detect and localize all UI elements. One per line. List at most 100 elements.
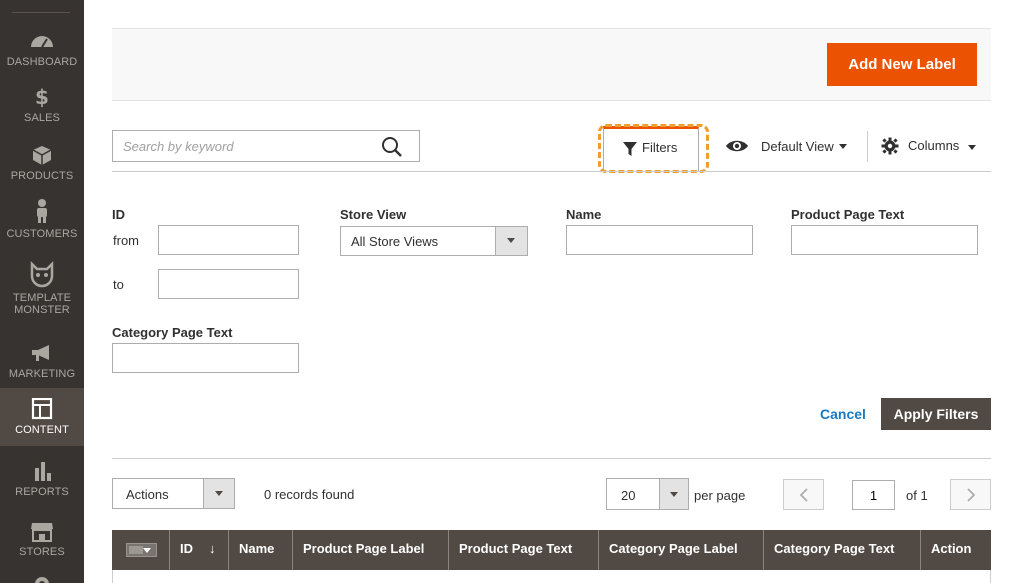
filter-id-label: ID <box>112 207 125 222</box>
add-new-label-button[interactable]: Add New Label <box>827 43 977 86</box>
mass-select-checkbox[interactable] <box>126 543 157 557</box>
svg-text:$: $ <box>35 86 49 108</box>
sidebar-item-sales[interactable]: $ SALES <box>0 86 84 124</box>
sidebar-item-label: CONTENT <box>15 424 69 436</box>
sidebar-item-label: REPORTS <box>15 486 69 498</box>
grid-divider <box>112 458 991 459</box>
gear-icon <box>881 137 899 155</box>
sidebar-item-customers[interactable]: CUSTOMERS <box>0 198 84 240</box>
dollar-icon: $ <box>35 86 49 108</box>
column-header-name[interactable]: Name <box>228 530 292 570</box>
filter-name-label: Name <box>566 207 602 222</box>
mass-select-column <box>112 530 169 570</box>
cancel-filters-link[interactable]: Cancel <box>820 406 866 422</box>
sidebar-item-marketing[interactable]: MARKETING <box>0 342 84 380</box>
filter-store-view-label: Store View <box>340 207 407 222</box>
filters-panel-divider <box>112 171 991 172</box>
select-arrow <box>495 227 527 255</box>
monster-icon <box>30 260 54 288</box>
page-number-input[interactable] <box>852 480 895 510</box>
chevron-right-icon <box>967 488 976 502</box>
default-view-label: Default View <box>761 139 834 154</box>
eye-icon <box>726 140 748 152</box>
layout-icon <box>31 398 53 420</box>
columns-label: Columns <box>908 138 960 153</box>
sidebar-item-products[interactable]: PRODUCTS <box>0 144 84 182</box>
search-input[interactable] <box>113 131 363 161</box>
chevron-down-icon <box>215 491 223 496</box>
filters-label: Filters <box>642 140 678 155</box>
column-header-action: Action <box>920 530 991 570</box>
sidebar-item-template-monster[interactable]: TEMPLATE MONSTER <box>0 260 84 316</box>
per-page-select[interactable]: 20 <box>606 478 689 510</box>
column-header-label: Product Page Text <box>459 541 573 556</box>
chevron-down-icon <box>507 238 515 243</box>
store-view-select[interactable]: All Store Views <box>340 226 528 256</box>
select-arrow <box>203 479 234 508</box>
column-header-category-page-text[interactable]: Category Page Text <box>763 530 920 570</box>
filter-category-page-text-label: Category Page Text <box>112 325 233 340</box>
filter-product-page-text-label: Product Page Text <box>791 207 905 222</box>
dashboard-icon <box>31 36 53 48</box>
grid-body <box>112 570 991 583</box>
filter-product-page-text-input[interactable] <box>791 225 978 255</box>
column-header-category-page-label[interactable]: Category Page Label <box>598 530 763 570</box>
megaphone-icon <box>32 345 49 361</box>
sidebar-item-label: MARKETING <box>8 368 76 380</box>
mass-actions-select[interactable]: Actions <box>112 478 235 509</box>
search-icon[interactable] <box>381 136 403 158</box>
sidebar-item-label: DASHBOARD <box>6 56 78 68</box>
chevron-down-icon <box>839 144 847 149</box>
sidebar-item-label: CUSTOMERS <box>6 228 78 240</box>
admin-sidebar: DASHBOARD $ SALES PRODUCTS CUSTOMERS TEM… <box>0 0 84 583</box>
actions-label: Actions <box>126 487 169 502</box>
filter-id-to-label: to <box>113 277 124 292</box>
search-box <box>112 130 420 162</box>
column-header-product-page-text[interactable]: Product Page Text <box>448 530 598 570</box>
page-actions-bar: Add New Label <box>112 28 991 101</box>
grid-header: ID ↓ Name Product Page Label Product Pag… <box>112 530 991 570</box>
main-content: Add New Label Filters Default View Colum… <box>84 0 1011 583</box>
sidebar-item-content[interactable]: CONTENT <box>0 388 84 446</box>
chevron-down-icon <box>670 492 678 497</box>
column-header-label: Product Page Label <box>303 541 425 556</box>
store-icon <box>31 523 53 542</box>
sidebar-item-reports[interactable]: REPORTS <box>0 460 84 498</box>
column-header-label: Category Page Text <box>774 541 895 556</box>
bar-chart-icon <box>35 462 51 481</box>
apply-filters-button[interactable]: Apply Filters <box>881 398 991 430</box>
checkbox-icon <box>129 546 143 554</box>
per-page-value: 20 <box>621 488 636 503</box>
per-page-label: per page <box>694 488 746 503</box>
filter-category-page-text-input[interactable] <box>112 343 299 373</box>
sort-arrow-icon: ↓ <box>209 541 216 556</box>
column-header-label: ID <box>180 541 193 556</box>
gear-icon[interactable] <box>30 572 54 583</box>
filter-name-input[interactable] <box>566 225 753 255</box>
sidebar-item-dashboard[interactable]: DASHBOARD <box>0 30 84 68</box>
sidebar-item-label: SALES <box>24 112 60 124</box>
column-header-product-page-label[interactable]: Product Page Label <box>292 530 448 570</box>
filter-id-to-input[interactable] <box>158 269 299 299</box>
sidebar-item-label: PRODUCTS <box>10 170 74 182</box>
column-header-id[interactable]: ID ↓ <box>169 530 228 570</box>
column-header-label: Name <box>239 541 275 556</box>
funnel-icon <box>623 142 637 156</box>
next-page-button[interactable] <box>950 479 991 510</box>
chevron-left-icon <box>799 488 808 502</box>
select-arrow <box>659 479 688 509</box>
sidebar-divider <box>12 12 70 13</box>
previous-page-button[interactable] <box>783 479 824 510</box>
chevron-down-icon <box>143 548 151 553</box>
column-header-label: Category Page Label <box>609 541 738 556</box>
filter-id-from-input[interactable] <box>158 225 299 255</box>
person-icon <box>37 199 47 223</box>
store-view-value: All Store Views <box>351 234 439 249</box>
filter-id-from-label: from <box>113 233 139 248</box>
toolbar-separator <box>867 131 868 162</box>
chevron-down-icon <box>968 145 976 150</box>
sidebar-item-stores[interactable]: STORES <box>0 520 84 558</box>
total-pages: of 1 <box>906 488 928 503</box>
filters-button[interactable]: Filters <box>603 126 699 171</box>
cube-icon <box>32 146 52 165</box>
